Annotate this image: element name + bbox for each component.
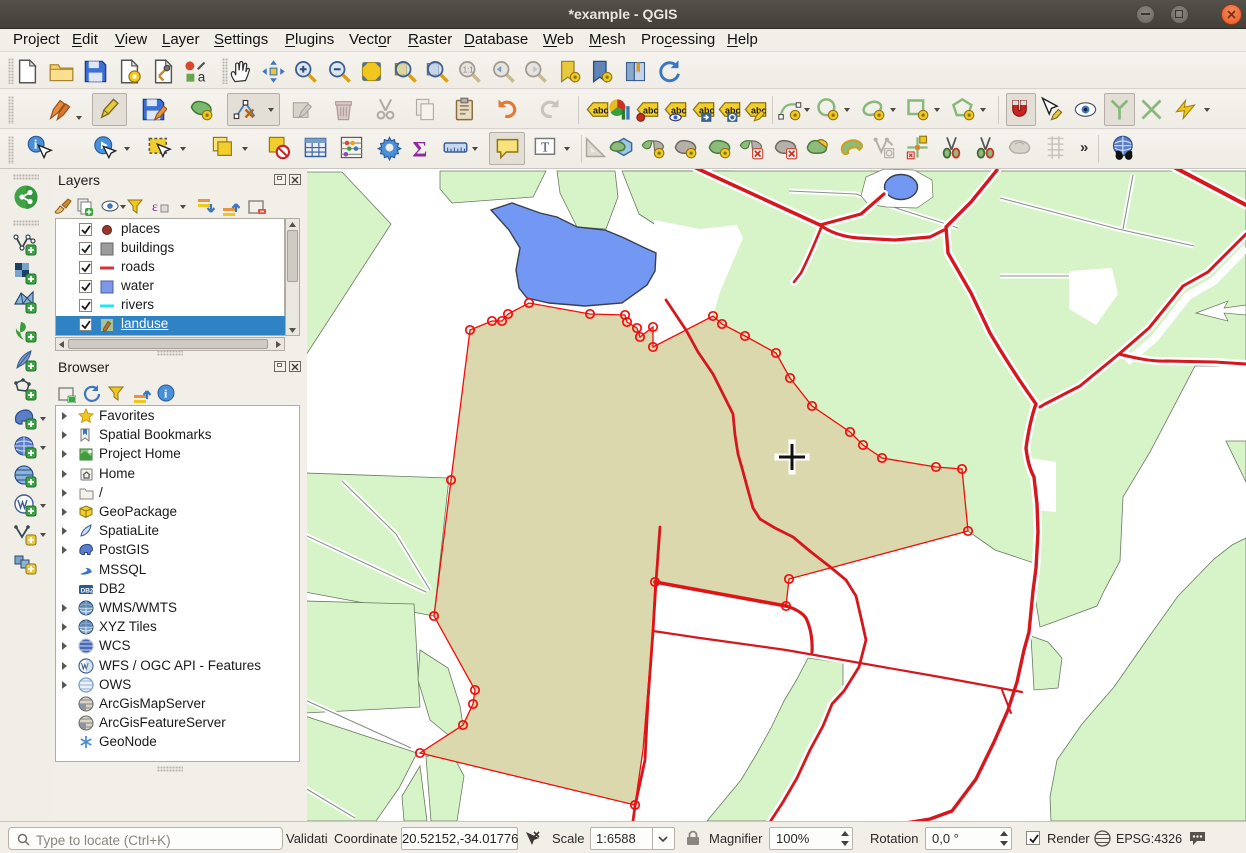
svg-text:i: i bbox=[34, 138, 38, 152]
svg-text:T: T bbox=[541, 139, 550, 154]
svg-text:DB2: DB2 bbox=[81, 588, 94, 595]
svg-text:a: a bbox=[198, 70, 206, 85]
svg-text:ε: ε bbox=[152, 200, 158, 215]
svg-text:abc: abc bbox=[643, 105, 659, 115]
svg-text:1:1: 1:1 bbox=[463, 66, 474, 75]
svg-text:Σ: Σ bbox=[413, 137, 428, 162]
